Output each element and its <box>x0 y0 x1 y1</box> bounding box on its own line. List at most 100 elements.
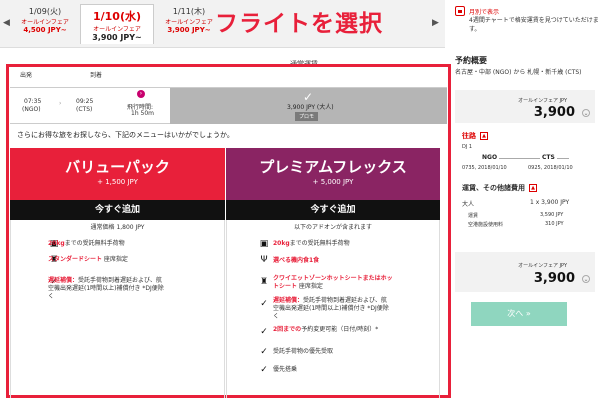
summary-total-amount: 3,900 <box>533 271 575 286</box>
feature-highlight: 遅延補償： <box>273 297 304 304</box>
feature-highlight: 遅延補償： <box>48 277 79 284</box>
feature-text: 優先搭乗 <box>273 366 298 373</box>
fare-row-value: 3,590 JPY <box>540 212 564 218</box>
calendar-icon <box>455 6 465 16</box>
flight-row: 07:35 (NGO) › 09:25 (CTS) › 飛行時間: 1h 50m… <box>10 87 447 124</box>
premium-flex-header: プレミアムフレックス + 5,000 JPY <box>226 148 440 200</box>
date-tab-date: 1/09(火) <box>28 7 62 16</box>
feature-text: 座席指定 <box>102 256 128 263</box>
date-tab-price: 3,900 JPY~ <box>167 26 211 34</box>
facility-row-label: 空港施設使用料 <box>468 222 504 228</box>
premium-feature-5: 2回までの予約変更可能（日付/時刻）* <box>273 326 383 334</box>
arrival-label: 到着 <box>90 72 103 79</box>
feature-highlight: 選べる機内食1食 <box>273 257 320 264</box>
to-code: CTS <box>540 154 557 161</box>
premium-feature-7: 優先搭乗 <box>273 366 438 374</box>
value-feature-2: スタンダードシート 座席指定 <box>48 256 213 264</box>
chevron-down-icon[interactable]: ⌄ <box>582 275 590 283</box>
date-tab-sub: オールインフェア <box>165 19 213 26</box>
flight-info-icon[interactable]: › <box>137 90 145 98</box>
premium-flex-name: プレミアムフレックス <box>259 158 407 176</box>
next-button[interactable]: 次へ » <box>471 302 567 326</box>
value-pack-price: + 1,500 JPY <box>97 178 138 186</box>
duration-value: 1h 50m <box>131 110 155 117</box>
premium-flex-price: + 5,000 JPY <box>312 178 354 186</box>
value-feature-1: 20kgまでの受託無料手荷物 <box>48 240 213 248</box>
summary-fare-box: オールインフェア JPY 3,900 ⌄ <box>455 90 595 123</box>
feature-text: までの受託無料手荷物 <box>289 240 350 247</box>
summary-fare-label: オールインフェア JPY <box>518 98 567 104</box>
monthly-view-label: 月別で表示 <box>469 9 500 16</box>
fees-section[interactable]: 運賃、その他諸費用 ▲ <box>462 183 537 193</box>
collapse-icon: ▲ <box>529 184 537 192</box>
outbound-label: 往路 <box>462 132 476 140</box>
meal-icon: Ψ <box>260 255 268 265</box>
premium-flex-add-button[interactable]: 今すぐ追加 <box>226 200 440 220</box>
departure-label: 出発 <box>20 72 33 79</box>
feature-text: 受託手荷物の優先受取 <box>273 348 334 355</box>
feature-text: 予約変更可能（日付/時刻）* <box>301 326 379 333</box>
promo-fare-cell[interactable]: ✓ 3,900 JPY (大人) プロモ <box>170 88 447 124</box>
adult-value: 1 x 3,900 JPY <box>530 199 570 206</box>
check-icon: ✓ <box>260 299 268 309</box>
flight-number: DJ 1 <box>462 144 473 150</box>
feature-highlight: 20kg <box>48 240 65 247</box>
value-pack-add-button[interactable]: 今すぐ追加 <box>10 200 225 220</box>
premium-feature-4: 遅延補償：受託手荷物到着遅延および、航空機出発遅延(1時間以上)補償付き *DJ… <box>273 297 393 321</box>
from-time: 0735, 2018/01/10 <box>462 165 507 171</box>
date-tab-0111[interactable]: 1/11(木) オールインフェア 3,900 JPY~ <box>158 6 220 42</box>
check-icon: ✓ <box>260 327 268 337</box>
suggest-text: さらにお得な旅をお探しなら、下記のメニューはいかがでしょうか。 <box>17 131 234 139</box>
seat-icon: ♜ <box>259 277 269 287</box>
value-pack: バリューパック + 1,500 JPY 今すぐ追加 通常価格 1,800 JPY… <box>10 148 225 398</box>
value-feature-3: 遅延補償：受託手荷物到着遅延および、航空機出発遅延(1時間以上)補償付き *DJ… <box>48 277 168 301</box>
outbound-section[interactable]: 往路 ▲ <box>462 131 488 141</box>
date-tab-price: 3,900 JPY~ <box>92 33 142 42</box>
value-pack-body: 通常価格 1,800 JPY ▣ 20kgまでの受託無料手荷物 ♜ スタンダード… <box>10 220 225 398</box>
premium-feature-3: クワイエットゾーンホットシートまたはホットシート 座席指定 <box>273 275 393 291</box>
premium-feature-6: 受託手荷物の優先受取 <box>273 348 438 356</box>
date-tab-price: 4,500 JPY~ <box>23 26 67 34</box>
prev-dates-icon[interactable]: ◀ <box>3 18 10 28</box>
collapse-icon: ▲ <box>480 132 488 140</box>
dep-code: (NGO) <box>22 106 41 113</box>
check-icon: ✓ <box>260 365 268 375</box>
summary-total-box: オールインフェア JPY 3,900 ⌄ <box>455 252 595 292</box>
summary-route: 名古屋・中部 (NGO) から 札幌・新千歳 (CTS) <box>455 69 582 76</box>
date-tab-sub: オールインフェア <box>21 19 69 26</box>
premium-flex-note: 以下のアドオンが含まれます <box>293 224 372 231</box>
date-tab-date: 1/10(水) <box>92 10 142 23</box>
summary-fare-amount: 3,900 <box>533 105 575 120</box>
feature-text: 座席指定 <box>297 283 323 290</box>
arr-time: 09:25 <box>76 98 94 105</box>
feature-text: までの受託無料手荷物 <box>64 240 125 247</box>
feature-highlight: スタンダードシート <box>48 256 103 263</box>
baggage-icon: ▣ <box>259 239 269 249</box>
premium-feature-2: 選べる機内食1食 <box>273 257 438 265</box>
monthly-view-link[interactable]: 月別で表示 4週間チャートで格安運賃を見つけていただけます。 <box>455 4 600 44</box>
route-arrow-icon: › <box>59 100 62 107</box>
chevron-down-icon[interactable]: ⌄ <box>582 109 590 117</box>
promo-badge: プロモ <box>295 112 319 121</box>
from-code: NGO <box>480 154 500 161</box>
summary-total-label: オールインフェア JPY <box>518 263 567 269</box>
adult-label: 大人 <box>462 201 475 208</box>
value-pack-name: バリューパック <box>65 158 170 176</box>
feature-highlight: クワイエットゾーンホットシートまたはホットシート <box>273 275 393 290</box>
fees-label: 運賃、その他諸費用 <box>462 184 525 192</box>
fare-row-label: 運賃 <box>468 213 479 219</box>
premium-flex-pack: プレミアムフレックス + 5,000 JPY 今すぐ追加 以下のアドオンが含まれ… <box>226 148 440 398</box>
date-tab-date: 1/11(木) <box>172 7 206 16</box>
value-pack-header: バリューパック + 1,500 JPY <box>10 148 225 200</box>
summary-title: 予約概要 <box>455 56 487 65</box>
feature-highlight: 2回までの <box>273 326 302 333</box>
next-dates-icon[interactable]: ▶ <box>432 18 439 28</box>
dep-time: 07:35 <box>24 98 42 105</box>
promo-price: 3,900 JPY (大人) <box>287 104 334 111</box>
premium-feature-1: 20kgまでの受託無料手荷物 <box>273 240 438 248</box>
value-pack-note: 通常価格 1,800 JPY <box>90 224 145 231</box>
feature-highlight: 20kg <box>273 240 290 247</box>
facility-row-value: 310 JPY <box>545 221 564 227</box>
date-tab-0110-selected[interactable]: 1/10(水) オールインフェア 3,900 JPY~ <box>80 4 154 44</box>
date-tab-0109[interactable]: 1/09(火) オールインフェア 4,500 JPY~ <box>14 6 76 42</box>
